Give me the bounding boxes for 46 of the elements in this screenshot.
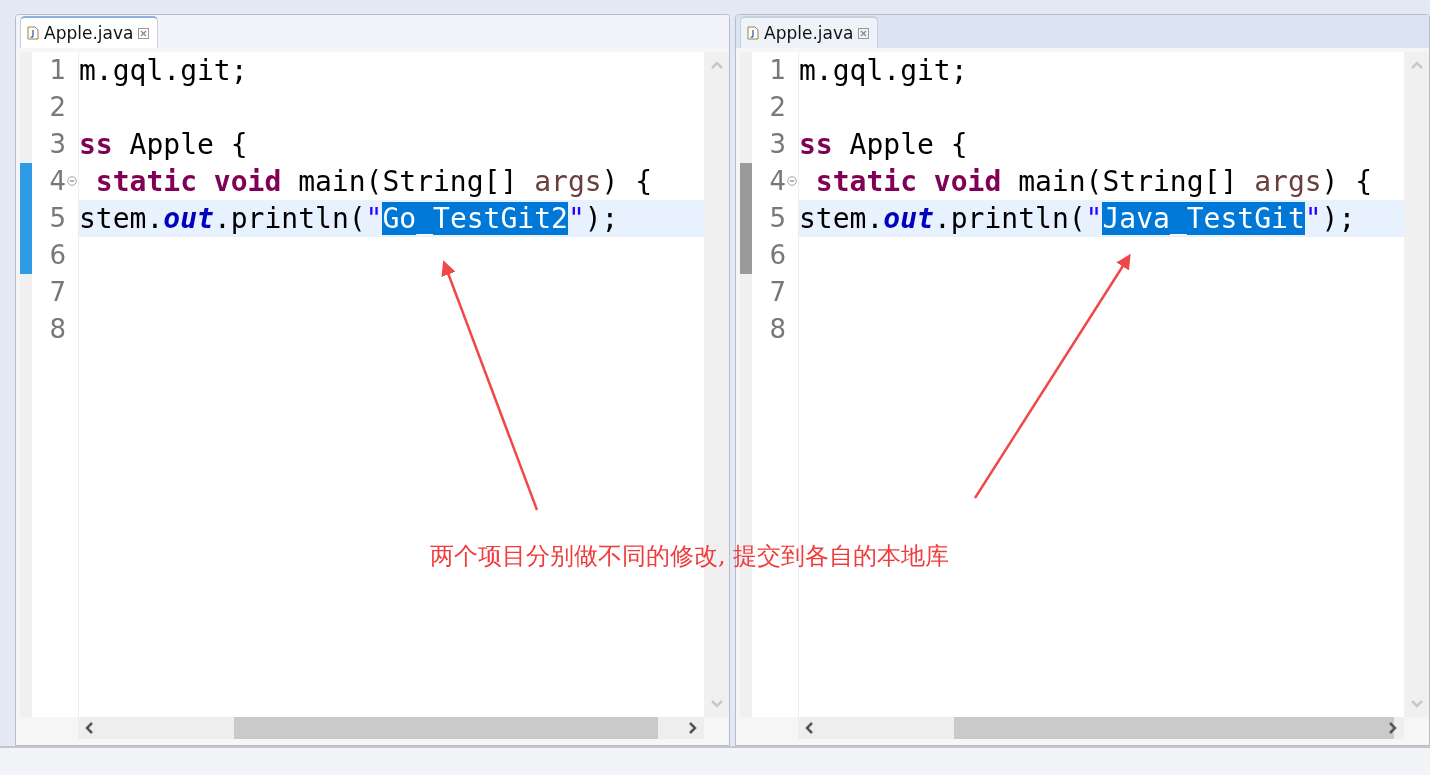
annotation-text: 两个项目分别做不同的修改, 提交到各自的本地库 — [430, 541, 950, 572]
editor-tab[interactable]: Apple.java — [740, 16, 879, 48]
code-line: m.gql.git; — [799, 53, 968, 89]
scrollbar-thumb[interactable] — [954, 717, 1394, 739]
close-icon[interactable] — [138, 27, 150, 39]
code-line: ss Apple { — [799, 127, 968, 163]
line-number: 8 — [49, 313, 66, 346]
vertical-scrollbar[interactable] — [1404, 52, 1429, 717]
scroll-down-icon[interactable] — [1410, 697, 1423, 709]
tab-title: Apple.java — [44, 23, 134, 43]
line-number: 5 — [49, 202, 66, 235]
code-line: m.gql.git; — [79, 53, 248, 89]
scroll-left-icon[interactable] — [84, 722, 96, 734]
java-file-icon — [747, 26, 759, 40]
horizontal-scrollbar[interactable] — [798, 717, 1404, 739]
scroll-down-icon[interactable] — [710, 697, 723, 709]
tab-title: Apple.java — [764, 23, 854, 43]
line-number: 8 — [769, 313, 786, 346]
line-number: 1 — [769, 54, 786, 87]
line-number: 4 — [769, 165, 786, 198]
line-number: 6 — [769, 239, 786, 272]
horizontal-scrollbar[interactable] — [78, 717, 704, 739]
scroll-right-icon[interactable] — [686, 722, 698, 734]
line-number: 3 — [769, 128, 786, 161]
fold-icon[interactable] — [787, 176, 797, 186]
line-number: 2 — [769, 91, 786, 124]
code-line: static void main(String[] args) { — [94, 164, 653, 200]
code-line: stem.out.println("Go_TestGit2"); — [79, 201, 619, 237]
scroll-left-icon[interactable] — [804, 722, 816, 734]
editor-tab[interactable]: Apple.java — [20, 16, 159, 48]
line-number: 6 — [49, 239, 66, 272]
line-number: 1 — [49, 54, 66, 87]
close-icon[interactable] — [858, 27, 870, 39]
line-number: 4 — [49, 165, 66, 198]
code-line: ss Apple { — [79, 127, 248, 163]
scrollbar-thumb[interactable] — [234, 717, 658, 739]
line-number: 3 — [49, 128, 66, 161]
code-line: stem.out.println("Java_TestGit"); — [799, 201, 1356, 237]
line-number: 5 — [769, 202, 786, 235]
code-line: static void main(String[] args) { — [814, 164, 1373, 200]
line-number: 2 — [49, 91, 66, 124]
line-number: 7 — [49, 276, 66, 309]
line-number: 7 — [769, 276, 786, 309]
fold-icon[interactable] — [67, 176, 77, 186]
scroll-right-icon[interactable] — [1386, 722, 1398, 734]
java-file-icon — [27, 26, 39, 40]
